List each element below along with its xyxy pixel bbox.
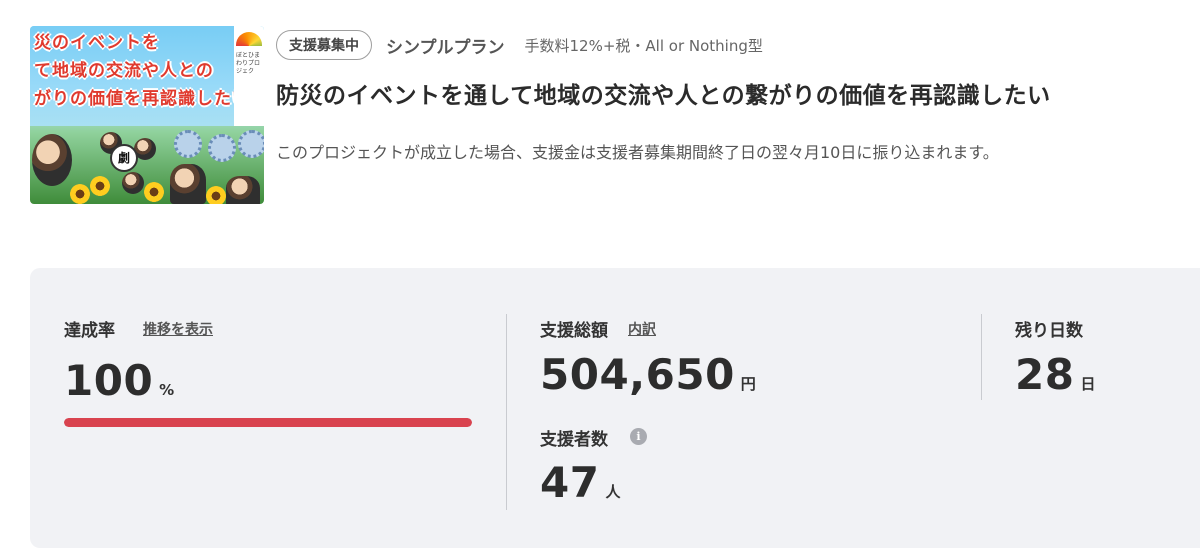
- sunflower-icon: [90, 176, 110, 196]
- person-photo: [226, 176, 260, 204]
- payout-note: このプロジェクトが成立した場合、支援金は支援者募集期間終了日の翌々月10日に振り…: [276, 143, 999, 162]
- achievement-progress-fill: [64, 418, 472, 427]
- dreamcatcher-icon: [238, 130, 264, 158]
- project-thumbnail[interactable]: 災のイベントを て地域の交流や人との がりの価値を再認識したい ぼとひまわりプロ…: [30, 26, 264, 204]
- stats-panel: 達成率 推移を表示 100% 支援総額 内訳 504,650 円 支援者数 i 4…: [30, 268, 1200, 548]
- sunflower-icon: [70, 184, 90, 204]
- rainbow-icon: [236, 32, 262, 46]
- person-photo: [32, 134, 72, 186]
- achievement-label: 達成率: [64, 321, 115, 341]
- supporters-value: 47 人: [540, 458, 621, 507]
- thumbnail-banner-line: がりの価値を再認識したい: [34, 89, 250, 109]
- divider: [981, 314, 982, 400]
- total-amount-unit: 円: [740, 375, 757, 393]
- info-icon[interactable]: i: [630, 428, 647, 445]
- remaining-days-label: 残り日数: [1015, 321, 1083, 341]
- total-amount-label: 支援総額: [540, 321, 608, 341]
- plan-name: シンプルプラン: [386, 37, 505, 58]
- sunflower-icon: [144, 182, 164, 202]
- divider: [506, 314, 507, 510]
- remaining-days-value: 28 日: [1015, 350, 1096, 399]
- supporters-unit: 人: [605, 483, 621, 501]
- achievement-value: 100%: [64, 356, 175, 405]
- dreamcatcher-icon: [208, 134, 236, 162]
- person-photo: [170, 164, 206, 204]
- sunflower-icon: [206, 186, 226, 204]
- project-meta-row: 支援募集中 シンプルプラン 手数料12%+税・All or Nothing型: [276, 29, 763, 61]
- thumbnail-logo-area: ぼとひまわりプロジェク: [234, 26, 264, 126]
- project-title[interactable]: 防災のイベントを通して地域の交流や人との繋がりの価値を再認識したい: [276, 76, 1051, 110]
- achievement-number: 100: [64, 356, 154, 405]
- total-amount-number: 504,650: [540, 350, 735, 399]
- person-photo: [122, 172, 144, 194]
- thumbnail-banner-line: て地域の交流や人との: [34, 61, 214, 81]
- total-amount-value: 504,650 円: [540, 350, 756, 399]
- remaining-days-unit: 日: [1080, 375, 1096, 393]
- achievement-progress-bar: [64, 418, 472, 427]
- thumbnail-banner-line: 災のイベントを: [34, 33, 160, 53]
- supporters-label: 支援者数: [540, 430, 608, 450]
- status-badge: 支援募集中: [276, 30, 372, 60]
- thumbnail-logo-text: ぼとひまわりプロジェク: [236, 52, 261, 75]
- dreamcatcher-icon: [174, 130, 202, 158]
- show-trend-link[interactable]: 推移を表示: [143, 319, 213, 339]
- fee-text: 手数料12%+税・All or Nothing型: [524, 36, 763, 55]
- thumbnail-center-mark: 劇: [110, 144, 138, 172]
- remaining-days-number: 28: [1015, 350, 1075, 399]
- achievement-unit: %: [159, 381, 175, 399]
- breakdown-link[interactable]: 内訳: [628, 319, 656, 339]
- supporters-number: 47: [540, 458, 600, 507]
